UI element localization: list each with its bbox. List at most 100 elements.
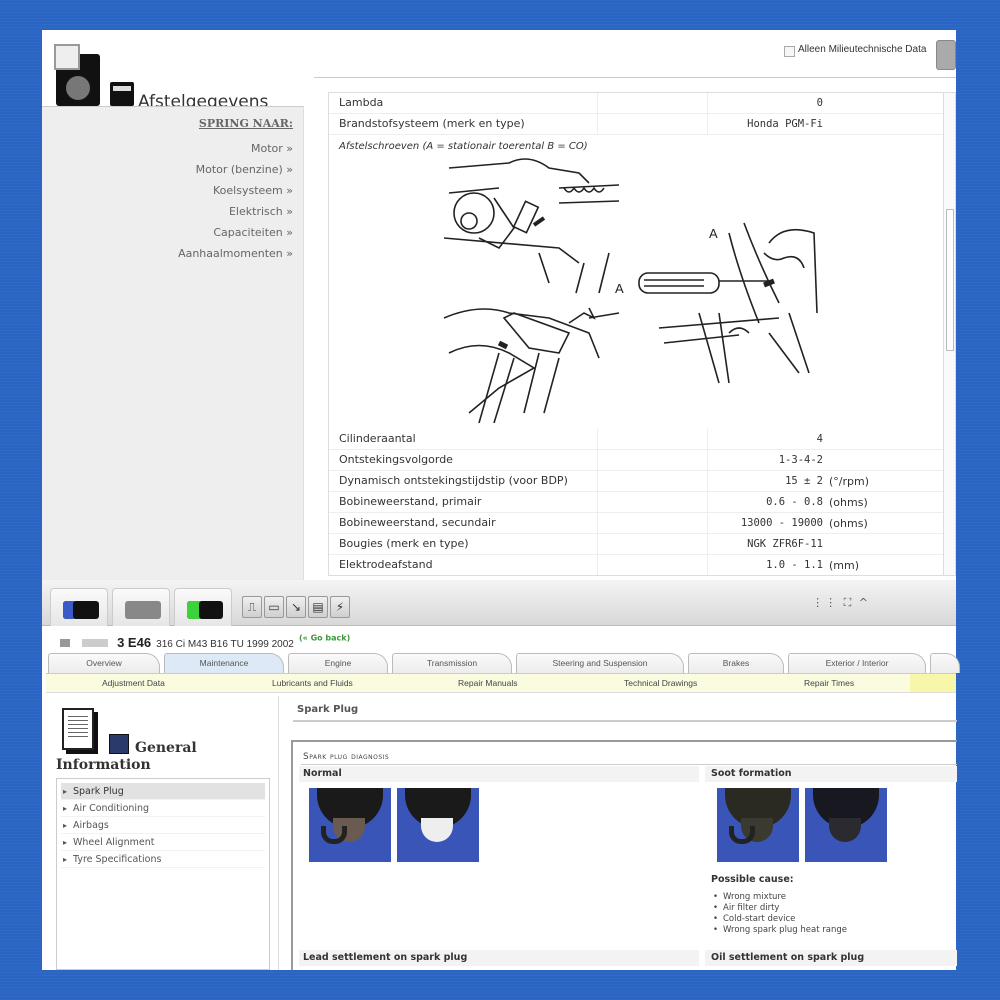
general-info-sidebar: General Information Spark Plug Air Condi… xyxy=(54,700,270,970)
content-title: Spark Plug xyxy=(297,704,359,715)
table-row: Cilinderaantal 4 xyxy=(329,429,943,450)
filter-side-button[interactable] xyxy=(936,40,956,70)
soot-plug-photo xyxy=(717,788,799,862)
tab-overview[interactable]: Overview xyxy=(48,653,160,673)
toolbar: ⎍ ▭ ↘ ▤ ⚡ ⋮⋮ ⛶ ^ xyxy=(42,580,956,626)
table-row: Lambda 0 xyxy=(329,93,943,114)
jump-link-motor[interactable]: Motor » xyxy=(42,138,303,159)
possible-cause-list: Wrong mixture Air filter dirty Cold-star… xyxy=(711,892,847,936)
jump-heading: SPRING NAAR: xyxy=(198,117,293,130)
jump-link-motor-benzine[interactable]: Motor (benzine) » xyxy=(42,159,303,180)
row-unit: (°/rpm) xyxy=(829,475,870,488)
normal-plug-photo xyxy=(309,788,391,862)
subnav-technical-drawings[interactable]: Technical Drawings xyxy=(624,678,697,688)
row-label: Brandstofsysteem (merk en type) xyxy=(339,117,525,130)
row-value: 13000 - 19000 xyxy=(740,517,823,529)
vehicle-model: 3 E46 xyxy=(117,635,152,650)
data-panel: Alleen Milieutechnische Data Lambda 0 Br… xyxy=(314,30,956,580)
topic-wheel-alignment[interactable]: Wheel Alignment xyxy=(61,834,265,851)
topic-air-conditioning[interactable]: Air Conditioning xyxy=(61,800,265,817)
tool-button-wiring[interactable]: ⎍ xyxy=(242,596,262,618)
tool-button-electrical[interactable]: ⚡ xyxy=(330,596,350,618)
document-icon: ▭ xyxy=(268,600,280,614)
row-label: Bobineweerstand, secundair xyxy=(339,516,496,529)
wrench-icon: ↘ xyxy=(290,600,302,614)
main-tabs: Overview Maintenance Engine Transmission… xyxy=(48,653,960,673)
battery-icon xyxy=(187,601,223,619)
table-row: Elektrodeafstand 1.0 - 1.1 (mm) xyxy=(329,555,943,575)
row-label: Bobineweerstand, primair xyxy=(339,495,482,508)
toolbar-tab-battery[interactable] xyxy=(174,588,232,626)
row-value: 4 xyxy=(816,433,823,445)
subnav-repair-manuals[interactable]: Repair Manuals xyxy=(458,678,518,688)
row-value: 1-3-4-2 xyxy=(778,454,823,466)
row-unit: (ohms) xyxy=(829,517,868,530)
row-value: 1.0 - 1.1 xyxy=(766,559,823,571)
table-row: Bougies (merk en type) NGK ZFR6F-11 xyxy=(329,534,943,555)
sub-navigation: Adjustment Data Lubricants and Fluids Re… xyxy=(46,673,956,693)
calculator-icon: ▤ xyxy=(312,600,324,614)
env-data-checkbox[interactable] xyxy=(784,46,795,57)
env-data-label[interactable]: Alleen Milieutechnische Data xyxy=(798,44,926,55)
gearbox-logo-icon xyxy=(110,82,134,106)
left-panel: Afstelgegevens SPRING NAAR: Motor » Moto… xyxy=(42,30,304,580)
subnav-adjustment-data[interactable]: Adjustment Data xyxy=(102,678,165,688)
vehicle-breadcrumb: 3 E46 316 Ci M43 B16 TU 1999 2002 (« Go … xyxy=(60,632,350,652)
jump-link-aanhaalmomenten[interactable]: Aanhaalmomenten » xyxy=(42,243,303,264)
sidebar-title: Information xyxy=(56,757,151,773)
cause-item: Cold-start device xyxy=(711,914,847,925)
topic-list: Spark Plug Air Conditioning Airbags Whee… xyxy=(56,778,270,970)
row-value: 0.6 - 0.8 xyxy=(766,496,823,508)
tool-button-document[interactable]: ▭ xyxy=(264,596,284,618)
scrollbar-thumb[interactable] xyxy=(946,209,954,351)
table-row: Bobineweerstand, secundair 13000 - 19000… xyxy=(329,513,943,534)
jump-link-elektrisch[interactable]: Elektrisch » xyxy=(42,201,303,222)
vertical-scrollbar[interactable] xyxy=(943,93,955,575)
title-divider xyxy=(293,720,957,722)
table-row: Brandstofsysteem (merk en type) Honda PG… xyxy=(329,114,943,135)
toolbar-tab-vehicle[interactable] xyxy=(50,588,108,626)
jump-link-capaciteiten[interactable]: Capaciteiten » xyxy=(42,222,303,243)
tab-brakes[interactable]: Brakes xyxy=(688,653,784,673)
tab-steering-suspension[interactable]: Steering and Suspension xyxy=(516,653,684,673)
normal-plug-photo xyxy=(397,788,479,862)
adjustment-table: Lambda 0 Brandstofsysteem (merk en type)… xyxy=(328,92,956,576)
diagnosis-box: Spark plug diagnosis Normal Soot formati… xyxy=(291,740,957,970)
section-soot-formation: Soot formation xyxy=(711,768,792,779)
row-value: Honda PGM-Fi xyxy=(747,118,823,130)
documents-icon xyxy=(62,708,94,750)
sidebar-title: General xyxy=(135,740,197,756)
window-controls[interactable]: ⋮⋮ ⛶ ^ xyxy=(812,596,870,610)
topic-spark-plug[interactable]: Spark Plug xyxy=(61,783,265,800)
engine-logo-icon xyxy=(54,44,100,106)
go-back-link[interactable]: (« Go back) xyxy=(299,634,350,643)
diagram-label-a: A xyxy=(709,226,718,241)
tab-more[interactable] xyxy=(930,653,960,673)
subnav-lubricants-fluids[interactable]: Lubricants and Fluids xyxy=(272,678,353,688)
wiring-icon: ⎍ xyxy=(247,600,257,614)
tab-maintenance[interactable]: Maintenance xyxy=(164,653,284,673)
subnav-repair-times[interactable]: Repair Times xyxy=(804,678,854,688)
diagram-label-a: A xyxy=(615,281,624,296)
row-label: Cilinderaantal xyxy=(339,432,416,445)
brand-logo-icon xyxy=(60,638,70,647)
manual-icon xyxy=(109,734,129,754)
section-oil-settlement: Oil settlement on spark plug xyxy=(711,952,865,963)
tab-transmission[interactable]: Transmission xyxy=(392,653,512,673)
jump-link-koelsysteem[interactable]: Koelsysteem » xyxy=(42,180,303,201)
row-label: Ontstekingsvolgorde xyxy=(339,453,453,466)
row-label: Dynamisch ontstekingstijdstip (voor BDP) xyxy=(339,474,568,487)
tab-engine[interactable]: Engine xyxy=(288,653,388,673)
topic-tyre-specifications[interactable]: Tyre Specifications xyxy=(61,851,265,868)
table-row: Ontstekingsvolgorde 1-3-4-2 xyxy=(329,450,943,471)
diagram-caption: Afstelschroeven (A = stationair toerenta… xyxy=(339,141,588,152)
toolbar-tab-engine[interactable] xyxy=(112,588,170,626)
tool-button-calculator[interactable]: ▤ xyxy=(308,596,328,618)
tool-button-tool[interactable]: ↘ xyxy=(286,596,306,618)
tab-exterior-interior[interactable]: Exterior / Interior xyxy=(788,653,926,673)
row-unit: (ohms) xyxy=(829,496,868,509)
section-normal: Normal xyxy=(303,768,342,779)
topic-airbags[interactable]: Airbags xyxy=(61,817,265,834)
adjustment-screws-diagram: A A xyxy=(443,158,818,423)
row-value: 0 xyxy=(816,97,823,109)
